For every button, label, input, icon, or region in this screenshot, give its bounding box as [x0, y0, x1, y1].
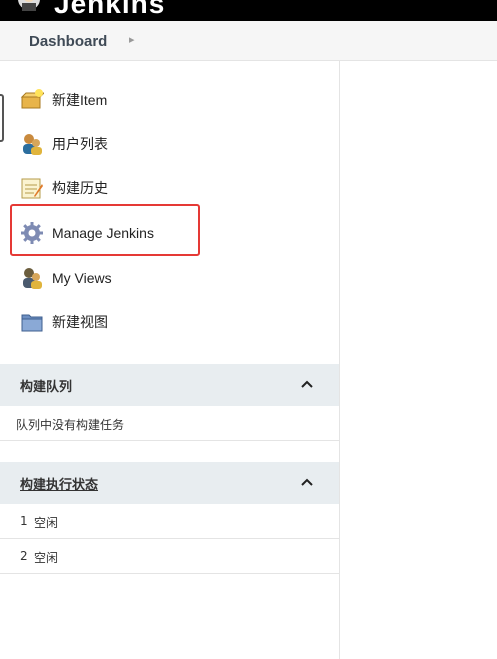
build-queue-title: 构建队列 — [20, 380, 73, 395]
task-label: 新建Item — [52, 92, 108, 108]
task-label: 构建历史 — [52, 180, 108, 196]
build-queue-empty-text: 队列中没有构建任务 — [16, 418, 125, 432]
side-panel: 新建Item 用户列表 构建历史 Manage Jenkins My Views… — [0, 61, 340, 659]
task-new-view[interactable]: 新建视图 — [20, 307, 108, 337]
task-users[interactable]: 用户列表 — [20, 129, 108, 159]
chevron-right-icon[interactable]: ▸ — [129, 33, 135, 46]
new-item-box-icon — [20, 89, 44, 109]
executor-number: 2 — [20, 549, 28, 563]
task-my-views[interactable]: My Views — [20, 263, 112, 293]
chevron-up-icon[interactable] — [299, 474, 315, 490]
active-indicator — [0, 94, 4, 142]
executor-number: 1 — [20, 514, 28, 528]
main-panel — [341, 61, 497, 659]
folder-icon — [21, 314, 43, 332]
breadcrumb: Dashboard ▸ — [0, 21, 497, 61]
build-queue-empty-row: 队列中没有构建任务 — [0, 406, 339, 441]
task-build-history[interactable]: 构建历史 — [20, 173, 108, 203]
breadcrumb-dashboard[interactable]: Dashboard — [29, 33, 107, 50]
executors-header: 构建执行状态 — [0, 462, 339, 504]
task-label: 用户列表 — [52, 136, 108, 152]
jenkins-logo-icon[interactable] — [16, 0, 42, 12]
executor-status: 空闲 — [34, 516, 59, 530]
executor-row: 2 空闲 — [0, 539, 339, 574]
executor-status: 空闲 — [34, 551, 59, 565]
task-label: My Views — [52, 270, 112, 286]
executor-row: 1 空闲 — [0, 504, 339, 539]
notepad-history-icon — [21, 178, 43, 199]
task-label: 新建视图 — [52, 314, 108, 330]
highlight-box — [10, 204, 200, 256]
brand-title[interactable]: Jenkins — [54, 0, 165, 20]
executors-title-link[interactable]: 构建执行状态 — [20, 474, 98, 493]
task-new-item[interactable]: 新建Item — [20, 85, 107, 115]
users-icon — [23, 134, 42, 155]
users-icon — [23, 268, 42, 289]
chevron-up-icon[interactable] — [299, 376, 315, 392]
build-queue-header: 构建队列 — [0, 364, 339, 406]
top-header-bar: Jenkins — [0, 0, 497, 21]
